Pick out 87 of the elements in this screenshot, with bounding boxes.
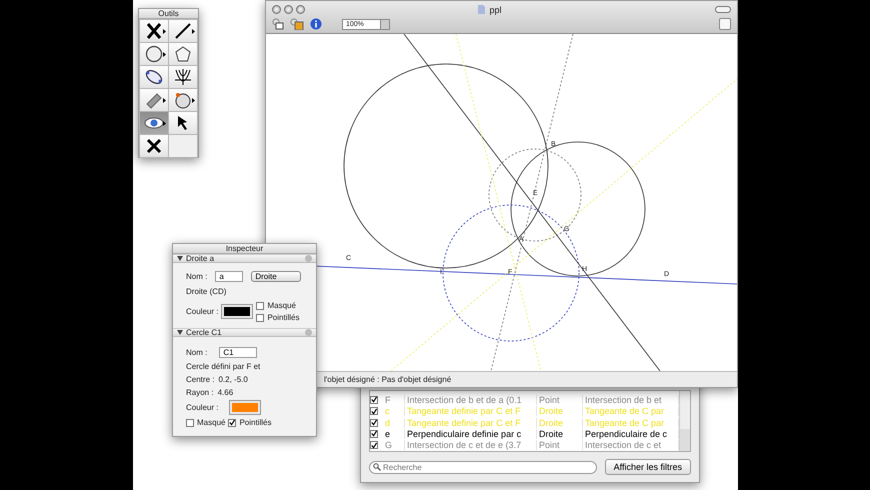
checkbox[interactable] [370, 396, 378, 404]
table-cell: G [383, 440, 405, 450]
table-cell: Intersection de b et de a (0.1 [405, 394, 537, 405]
field-label: Nom : [186, 272, 208, 281]
checkbox[interactable] [370, 430, 378, 438]
submenu-icon [163, 29, 166, 34]
field-label: Centre : [186, 375, 214, 384]
checkbox-label: Masqué [267, 301, 296, 310]
description-text: Droite (CD) [186, 287, 228, 296]
color-swatch[interactable] [222, 305, 252, 318]
ruler-icon [144, 91, 164, 109]
tool-button[interactable] [140, 135, 168, 157]
section-title: Cercle C1 [186, 328, 222, 337]
table-cell: Tangeante definie par C et F [405, 406, 537, 416]
tool-button[interactable] [140, 66, 168, 88]
palette-title: Outils [158, 9, 179, 18]
checkbox[interactable] [228, 418, 236, 426]
toolbar-button[interactable] [719, 18, 731, 30]
list-toolbar-icon[interactable] [290, 18, 304, 30]
search-field[interactable]: Recherche [369, 460, 597, 474]
disclosure-triangle-icon [177, 256, 183, 261]
table-cell: Intersection de c et de e (3.7 [405, 440, 537, 450]
checkbox-label: Masqué [197, 418, 226, 427]
ellipse-icon [144, 68, 164, 86]
minimize-icon[interactable] [284, 5, 293, 14]
close-icon[interactable] [272, 5, 281, 14]
table-cell: c [383, 406, 405, 416]
checkbox-label: Pointillés [267, 313, 300, 322]
table-cell: Perpendiculaire definie par c [405, 428, 537, 439]
tool-button[interactable] [140, 112, 168, 134]
section-header[interactable]: Droite a [173, 254, 316, 263]
table-cell: Droite [537, 406, 583, 416]
table-cell: Droite [537, 418, 583, 428]
document-icon [478, 5, 486, 14]
field-value: 4.66 [218, 388, 234, 397]
field-label: Rayon : [186, 388, 214, 397]
checkbox[interactable] [370, 441, 378, 450]
circle-icon [144, 45, 164, 63]
tool-button[interactable] [140, 43, 168, 65]
field-label: Couleur : [186, 403, 218, 412]
panel-title: Inspecteur [226, 244, 264, 253]
window-title: ppl [489, 4, 502, 15]
table-cell: Point [537, 440, 583, 450]
tool-button[interactable] [169, 43, 197, 65]
tool-button[interactable] [169, 20, 197, 42]
compass-icon [173, 91, 193, 109]
field-value: 0.2, -5.0 [218, 375, 248, 384]
name-field[interactable]: C1 [219, 347, 258, 358]
checkbox-label: Pointillés [239, 418, 272, 427]
delete-icon [144, 137, 164, 155]
table-cell: Droite [537, 428, 583, 439]
section-title: Droite a [186, 254, 214, 263]
field-label: Couleur : [186, 307, 218, 316]
table-cell: e [383, 428, 405, 439]
table-cell: F [383, 394, 405, 405]
checkbox[interactable] [370, 418, 378, 427]
tool-button[interactable] [140, 20, 168, 42]
disclosure-triangle-icon [177, 330, 183, 335]
checkbox[interactable] [256, 302, 264, 310]
field-label: Nom : [186, 348, 208, 357]
toolbar-pill-icon[interactable] [715, 6, 731, 14]
table-cell: Point [537, 394, 583, 405]
name-field[interactable]: a [215, 271, 244, 282]
filter-button[interactable]: Afficher les filtres [604, 459, 691, 475]
line-icon [173, 22, 193, 40]
type-popup[interactable]: Droite [251, 271, 302, 282]
inspector-toolbar-icon[interactable] [272, 18, 284, 30]
zoom-icon[interactable] [296, 5, 305, 14]
table-cell: d [383, 418, 405, 428]
scrollbar[interactable] [679, 391, 690, 451]
checkbox[interactable] [370, 407, 378, 416]
pentagon-icon [173, 45, 193, 63]
tool-button[interactable] [169, 89, 197, 111]
tool-button[interactable] [169, 112, 197, 134]
checkbox[interactable] [256, 314, 264, 322]
table-cell: Tangeante definie par C et F [405, 418, 537, 428]
parabola-icon [173, 68, 193, 86]
tool-button[interactable] [169, 66, 197, 88]
cross-icon [144, 22, 164, 40]
description-text: Cercle défini par F et [186, 362, 262, 371]
search-icon [373, 463, 381, 471]
info-icon[interactable] [310, 18, 322, 30]
color-swatch[interactable] [230, 401, 260, 414]
status-text: l'objet désigné : Pas d'objet désigné [324, 375, 452, 384]
section-header[interactable]: Cercle C1 [173, 328, 316, 337]
checkbox[interactable] [186, 418, 194, 426]
submenu-icon [192, 29, 195, 34]
